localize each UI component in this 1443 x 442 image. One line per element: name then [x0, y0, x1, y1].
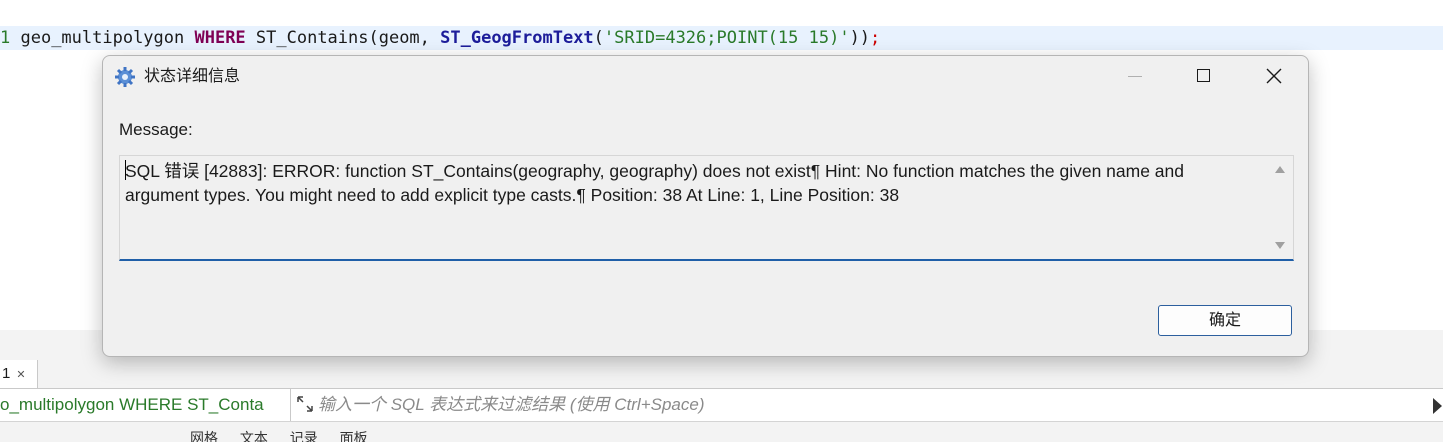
filter-query-text: o_multipolygon WHERE ST_Conta: [0, 389, 291, 421]
toolbar-item-grid[interactable]: 网格: [190, 430, 218, 442]
gear-icon: [115, 67, 135, 87]
message-text[interactable]: SQL 错误 [42883]: ERROR: function ST_Conta…: [125, 159, 1260, 207]
text-caret: [125, 160, 126, 180]
result-tab-label: 1: [2, 365, 11, 382]
sql-semicolon: ;: [870, 28, 881, 48]
status-details-dialog: 状态详细信息 Message: SQL 错误 [42883]: ERROR: f…: [102, 55, 1309, 357]
minimize-icon: [1128, 76, 1142, 77]
maximize-icon: [1197, 69, 1210, 82]
close-button[interactable]: [1251, 56, 1297, 98]
message-textarea[interactable]: SQL 错误 [42883]: ERROR: function ST_Conta…: [119, 155, 1294, 261]
toolbar-item-text[interactable]: 文本: [240, 430, 268, 442]
toolbar-item-record[interactable]: 记录: [290, 430, 318, 442]
expand-icon[interactable]: [296, 395, 314, 413]
apply-filter-icon[interactable]: [1433, 398, 1442, 414]
dialog-title: 状态详细信息: [144, 68, 241, 85]
line-number: 1: [0, 28, 11, 48]
minimize-button[interactable]: [1112, 56, 1158, 98]
editor-current-line[interactable]: 1 geo_multipolygon WHERE ST_Contains(geo…: [0, 26, 1443, 50]
sql-paren-open: (: [593, 28, 604, 48]
message-scrollbar[interactable]: [1267, 156, 1293, 260]
sql-paren-close: )): [849, 28, 871, 48]
message-label: Message:: [119, 120, 193, 139]
bottom-toolbar: 网格 文本 记录 面板: [0, 428, 1443, 442]
sql-keyword-where: WHERE: [194, 28, 246, 48]
dialog-titlebar[interactable]: 状态详细信息: [103, 56, 1308, 98]
ok-button[interactable]: 确定: [1158, 305, 1292, 336]
sql-token-st-contains: ST_Contains(geom,: [245, 28, 441, 48]
sql-string-literal: 'SRID=4326;POINT(15 15)': [603, 28, 850, 48]
toolbar-item-panels[interactable]: 面板: [340, 430, 368, 442]
scroll-down-icon[interactable]: [1275, 242, 1285, 249]
sql-function-geogfromtext: ST_GeogFromText: [440, 28, 594, 48]
close-icon: [1266, 68, 1282, 84]
scroll-up-icon[interactable]: [1275, 166, 1285, 173]
results-tab-strip: 1 ✕: [0, 360, 1443, 389]
filter-row: o_multipolygon WHERE ST_Conta 输入一个 SQL 表…: [0, 389, 1443, 422]
sql-token-table: geo_multipolygon: [10, 28, 195, 48]
result-tab[interactable]: 1 ✕: [0, 360, 38, 388]
filter-input[interactable]: 输入一个 SQL 表达式来过滤结果 (使用 Ctrl+Space): [318, 389, 1418, 421]
maximize-button[interactable]: [1181, 56, 1227, 98]
tab-close-icon[interactable]: ✕: [16, 369, 25, 381]
